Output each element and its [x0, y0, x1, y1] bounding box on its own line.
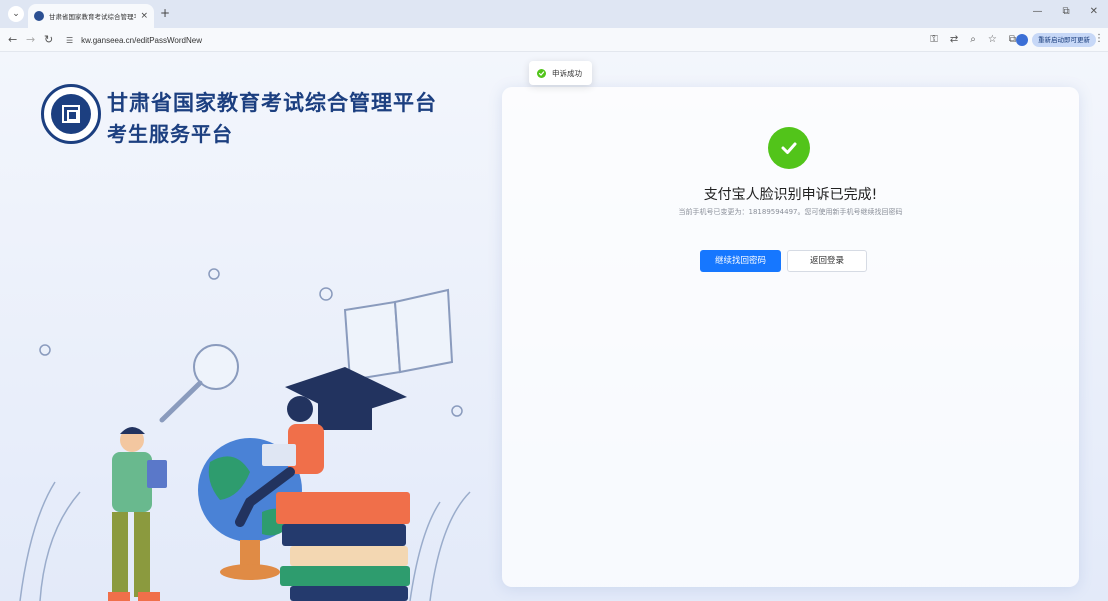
page-body: 甘肃省国家教育考试综合管理平台 考生服务平台 支付宝人脸识别申诉已完成! 当前手… [0, 52, 1108, 601]
site-favicon-icon [34, 11, 44, 21]
update-button[interactable]: 重新启动即可更新 [1032, 33, 1096, 47]
success-toast: 申诉成功 [529, 61, 592, 85]
result-title: 支付宝人脸识别申诉已完成! [703, 187, 878, 203]
back-to-login-button[interactable]: 返回登录 [787, 250, 867, 272]
continue-reset-password-button[interactable]: 继续找回密码 [700, 250, 781, 272]
restore-button[interactable]: ⧉ [1062, 6, 1069, 17]
address-bar[interactable]: ☰ kw.ganseea.cn/editPassWordNew [66, 31, 626, 49]
tab-title: 甘肃省国家教育考试综合管理平 [49, 13, 137, 21]
minimize-button[interactable]: — [1032, 6, 1042, 17]
zoom-icon[interactable]: ⌕ [970, 33, 976, 47]
toast-message: 申诉成功 [552, 68, 582, 78]
forward-arrow-icon[interactable]: → [26, 33, 35, 47]
exam-authority-logo [41, 84, 101, 144]
success-check-icon [768, 127, 810, 169]
result-card: 支付宝人脸识别申诉已完成! 当前手机号已变更为：18189594497。您可使用… [502, 87, 1079, 587]
result-description: 当前手机号已变更为：18189594497。您可使用新手机号继续找回密码 [678, 208, 903, 216]
site-info-icon[interactable]: ☰ [66, 36, 73, 45]
browser-toolbar: ← → ↻ ☰ kw.ganseea.cn/editPassWordNew ⚿ … [0, 28, 1108, 52]
url-text[interactable]: kw.ganseea.cn/editPassWordNew [81, 36, 202, 45]
tab-close-icon[interactable]: × [140, 11, 148, 21]
close-window-button[interactable]: ✕ [1090, 6, 1098, 17]
reload-icon[interactable]: ↻ [44, 33, 53, 47]
success-toast-icon [537, 68, 546, 78]
star-bookmark-icon[interactable]: ☆ [988, 33, 997, 47]
browser-tab[interactable]: 甘肃省国家教育考试综合管理平 × [28, 4, 154, 28]
extensions-icon[interactable]: ⧉ [1009, 33, 1016, 47]
platform-title: 甘肃省国家教育考试综合管理平台 [107, 91, 437, 115]
new-tab-button[interactable]: + [160, 6, 170, 20]
back-arrow-icon[interactable]: ← [8, 33, 17, 47]
tab-search-button[interactable]: ⌄ [8, 6, 24, 22]
toolbar-icons: ⚿ ⇄ ⌕ ☆ ⧉ [930, 33, 1016, 47]
platform-subtitle: 考生服务平台 [107, 122, 233, 146]
window-controls: — ⧉ ✕ [1032, 6, 1098, 17]
key-icon[interactable]: ⚿ [930, 33, 938, 47]
browser-tab-bar: ⌄ 甘肃省国家教育考试综合管理平 × + — ⧉ ✕ [0, 0, 1108, 28]
menu-kebab-icon[interactable]: ⋮ [1094, 33, 1104, 44]
profile-avatar-icon[interactable] [1016, 34, 1028, 46]
translate-icon[interactable]: ⇄ [950, 33, 958, 47]
